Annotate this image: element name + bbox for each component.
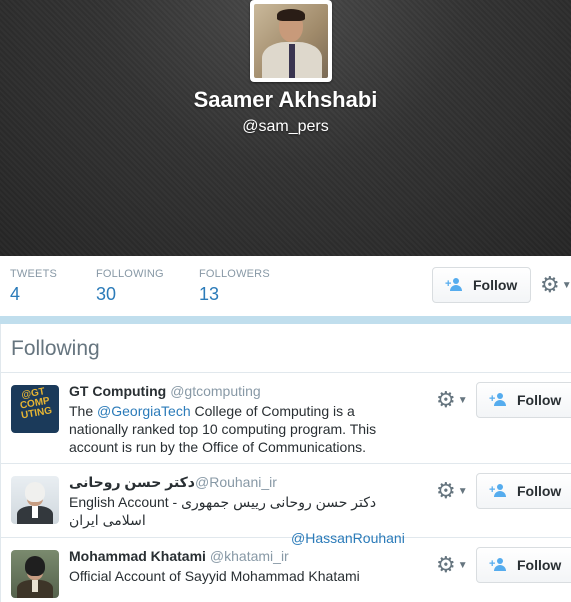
chevron-down-icon: ▼ [457,559,468,571]
avatar-photo [254,4,328,78]
account-bio: The @GeorgiaTech College of Computing is… [69,402,414,456]
display-name[interactable]: دکتر حسن روحانی [69,474,195,490]
follow-button[interactable]: + Follow [476,382,571,418]
stat-followers[interactable]: FOLLOWERS 13 [199,268,270,305]
following-item: دکتر حسن روحانی@Rouhani_ir English Accou… [1,464,571,546]
profile-settings-menu[interactable]: ⚙ ▼ [540,274,571,296]
following-panel: Following @GT COMP UTING GT Computing @gt… [0,324,571,602]
account-handle: @gtcomputing [170,383,261,399]
stat-value: 30 [96,284,117,304]
display-name[interactable]: GT Computing [69,383,166,399]
user-actions-menu[interactable]: ⚙ ▼ [436,480,468,502]
account-name[interactable]: GT Computing @gtcomputing [69,383,261,399]
chevron-down-icon: ▼ [457,485,468,497]
account-name[interactable]: Mohammad Khatami @khatami_ir [69,548,289,564]
account-handle: @Rouhani_ir [195,474,277,490]
follow-label: Follow [517,483,562,499]
follow-button[interactable]: + Follow [476,547,571,583]
display-name[interactable]: Mohammad Khatami [69,548,206,564]
profile-stats-bar: TWEETS 4 FOLLOWING 30 FOLLOWERS 13 + Fol… [0,256,571,316]
stat-label: FOLLOWERS [199,268,270,280]
stat-value: 4 [10,284,21,304]
stat-label: FOLLOWING [96,268,164,280]
avatar-logo-text: @GT COMP UTING [19,386,53,422]
following-item: @GT COMP UTING GT Computing @gtcomputing … [1,373,571,464]
stat-label: TWEETS [10,268,58,280]
stat-value: 13 [199,284,220,304]
profile-avatar[interactable] [250,0,332,82]
profile-handle[interactable]: @sam_pers [0,118,571,136]
section-divider [0,316,571,324]
chevron-down-icon: ▼ [457,394,468,406]
follow-label: Follow [517,557,562,573]
follow-icon: + [445,278,465,292]
follow-icon: + [489,484,509,498]
bio-text-before: The [69,403,98,419]
bio-mention-link[interactable]: @GeorgiaTech [97,403,191,419]
user-actions-menu[interactable]: ⚙ ▼ [436,389,468,411]
follow-icon: + [489,393,509,407]
profile-name: Saamer Akhshabi [193,87,378,112]
panel-title: Following [11,337,100,360]
stat-following[interactable]: FOLLOWING 30 [96,268,164,305]
bio-text: English Account - دکتر حسن روحانی رییس ج… [69,494,377,528]
avatar[interactable] [11,476,59,524]
follow-icon: + [489,558,509,572]
gear-icon: ⚙ [436,478,456,503]
bio-text: Official Account of Sayyid Mohammad Khat… [69,568,360,584]
account-name[interactable]: دکتر حسن روحانی@Rouhani_ir [69,474,277,491]
follow-label: Follow [473,277,518,293]
avatar[interactable]: @GT COMP UTING [11,385,59,433]
avatar[interactable] [11,550,59,598]
gear-icon: ⚙ [436,387,456,412]
profile-header: Saamer Akhshabi @sam_pers [0,0,571,256]
chevron-down-icon: ▼ [561,279,571,291]
user-actions-menu[interactable]: ⚙ ▼ [436,554,468,576]
follow-label: Follow [517,392,562,408]
following-item: Mohammad Khatami @khatami_ir Official Acc… [1,538,571,602]
account-bio: Official Account of Sayyid Mohammad Khat… [69,567,414,585]
account-handle: @khatami_ir [209,548,289,564]
gear-icon: ⚙ [436,552,456,577]
stat-tweets[interactable]: TWEETS 4 [10,268,57,305]
profile-follow-button[interactable]: + Follow [432,267,531,303]
follow-button[interactable]: + Follow [476,473,571,509]
gear-icon: ⚙ [540,272,560,297]
